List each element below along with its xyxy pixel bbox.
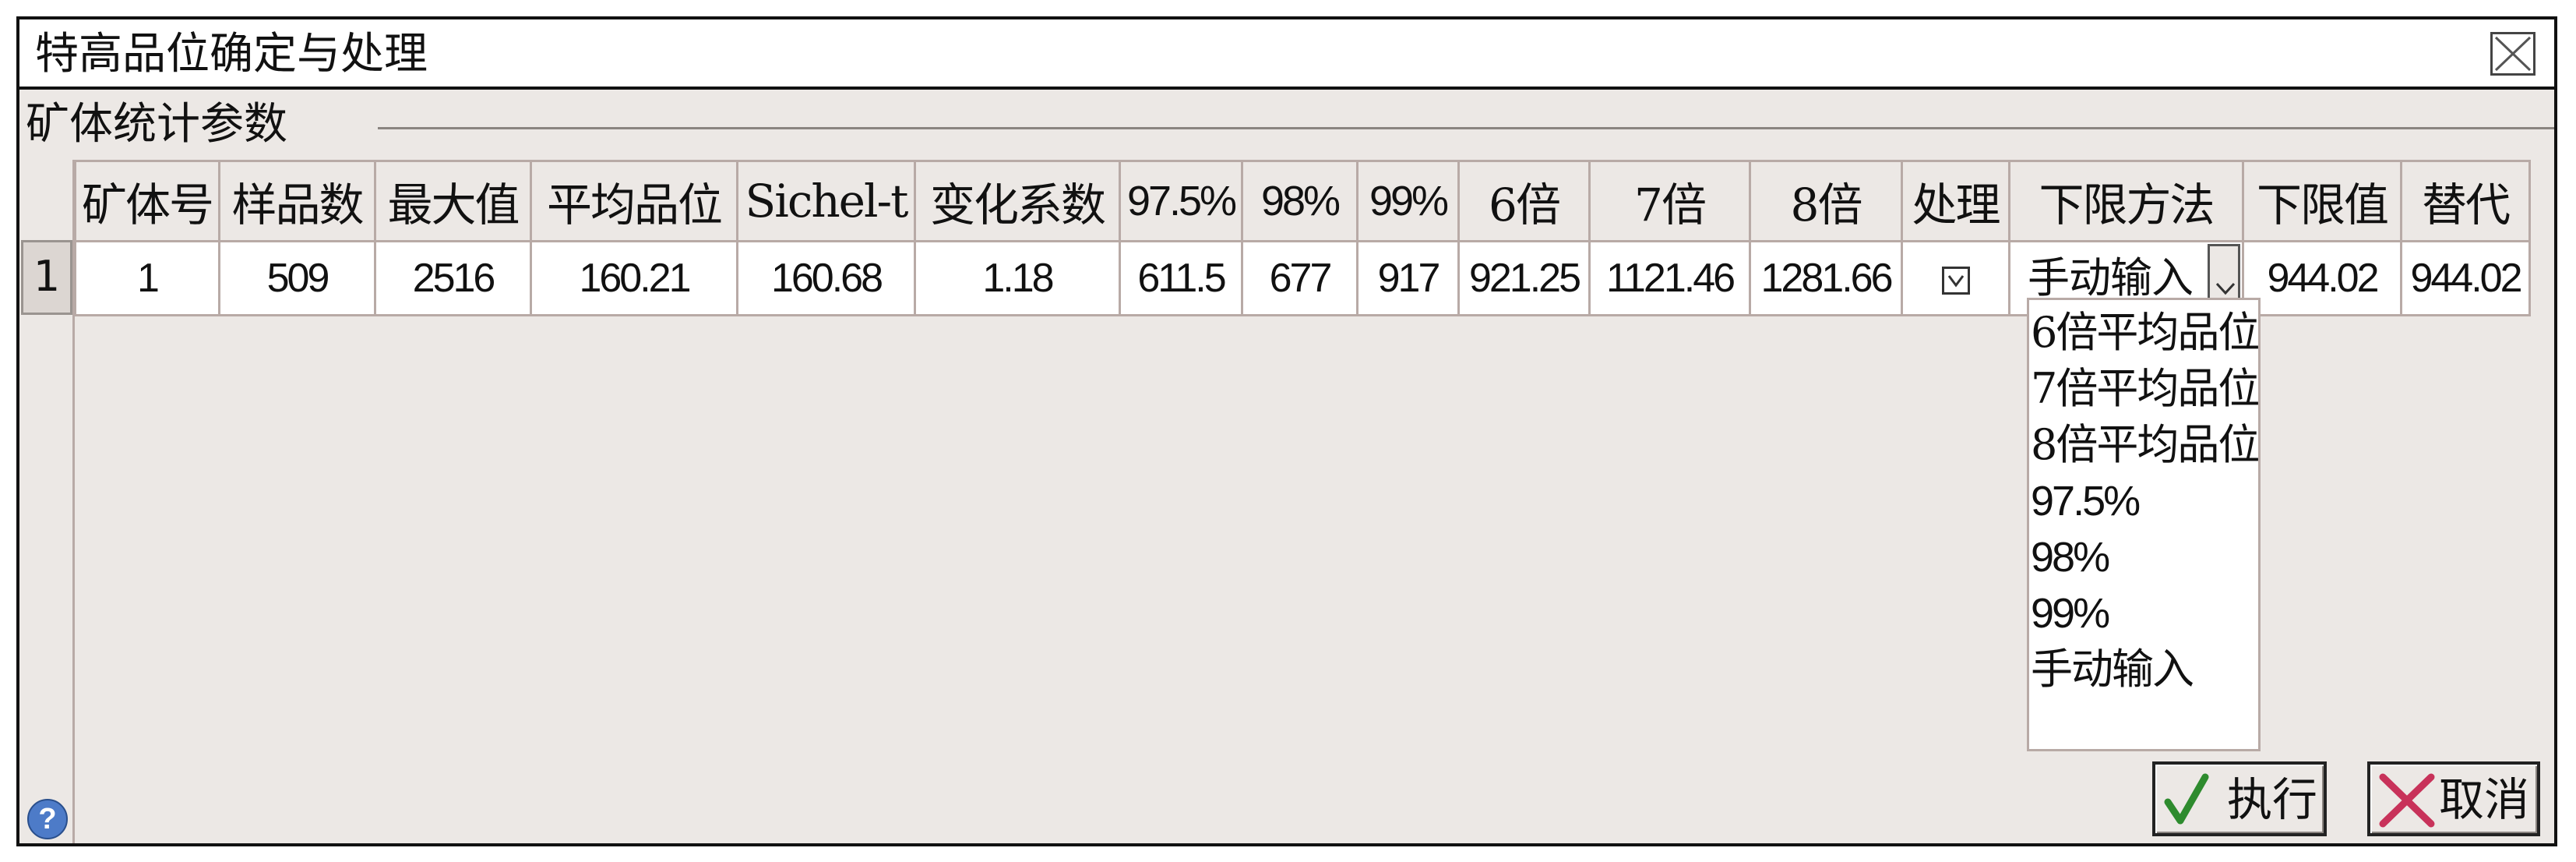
checkmark-icon [2164,773,2209,825]
title-bar[interactable]: 特高品位确定与处理 [19,19,2554,90]
column-header[interactable]: 变化系数 [914,160,1121,242]
column-header[interactable]: Sichel-t [736,160,916,242]
table-cell[interactable]: 944.02 [2400,240,2531,316]
cancel-button[interactable]: 取消 [2367,761,2540,836]
dropdown-option[interactable]: 98% [2029,529,2264,585]
row-header[interactable]: 1 [21,240,72,315]
help-icon[interactable]: ? [27,799,68,839]
column-header[interactable]: 下限方法 [2008,160,2244,242]
column-header[interactable]: 7倍 [1588,160,1751,242]
table-cell[interactable]: 1281.66 [1749,240,1903,316]
column-header[interactable]: 处理 [1901,160,2010,242]
group-divider [378,127,2554,129]
column-header[interactable]: 98% [1241,160,1358,242]
chevron-down-icon [2215,282,2236,295]
dropdown-option[interactable]: 6倍平均品位 [2029,305,2264,361]
cancel-label: 取消 [2439,773,2530,826]
checkmark-icon [1947,275,1964,288]
column-header[interactable]: 97.5% [1119,160,1243,242]
cross-icon [2379,773,2435,828]
process-checkbox-cell[interactable] [1901,240,2010,316]
execute-label: 执行 [2227,773,2318,826]
table-cell[interactable]: 944.02 [2242,240,2402,316]
table-cell[interactable]: 1121.46 [1588,240,1751,316]
column-header[interactable]: 矿体号 [74,160,220,242]
dropdown-option[interactable]: 8倍平均品位 [2029,417,2264,473]
table-cell[interactable]: 2516 [374,240,532,316]
close-icon [2494,36,2532,72]
column-header[interactable]: 6倍 [1457,160,1591,242]
table-cell[interactable]: 1.18 [914,240,1121,316]
table-cell[interactable]: 160.68 [736,240,916,316]
dialog-window: 特高品位确定与处理 矿体统计参数 1 矿体号 样品数 最大值 平均品位 Sich… [16,16,2557,846]
table-cell[interactable]: 160.21 [530,240,738,316]
dropdown-option[interactable]: 7倍平均品位 [2029,361,2264,417]
table-cell[interactable]: 917 [1356,240,1460,316]
table-cell[interactable]: 921.25 [1457,240,1591,316]
column-header[interactable]: 平均品位 [530,160,738,242]
column-header[interactable]: 下限值 [2242,160,2402,242]
group-title: 矿体统计参数 [26,99,287,150]
column-header[interactable]: 8倍 [1749,160,1903,242]
stats-table: 矿体号 样品数 最大值 平均品位 Sichel-t 变化系数 97.5% 98%… [74,160,2531,316]
execute-button[interactable]: 执行 [2152,761,2327,836]
column-header[interactable]: 99% [1356,160,1460,242]
method-dropdown-list: 6倍平均品位 7倍平均品位 8倍平均品位 97.5% 98% 99% 手动输入 [2027,298,2261,751]
dropdown-option[interactable]: 97.5% [2029,473,2264,529]
table-cell[interactable]: 1 [74,240,220,316]
dropdown-option[interactable]: 手动输入 [2029,641,2264,698]
table-cell[interactable]: 677 [1241,240,1358,316]
column-header[interactable]: 最大值 [374,160,532,242]
column-header[interactable]: 替代 [2400,160,2531,242]
column-header[interactable]: 样品数 [218,160,376,242]
close-button[interactable] [2490,32,2535,76]
dialog-title: 特高品位确定与处理 [35,29,428,79]
table-cell[interactable]: 509 [218,240,376,316]
table-cell[interactable]: 611.5 [1119,240,1243,316]
process-checkbox[interactable] [1941,267,1970,295]
table-header-row: 矿体号 样品数 最大值 平均品位 Sichel-t 变化系数 97.5% 98%… [74,160,2531,242]
dropdown-option[interactable]: 99% [2029,585,2264,641]
